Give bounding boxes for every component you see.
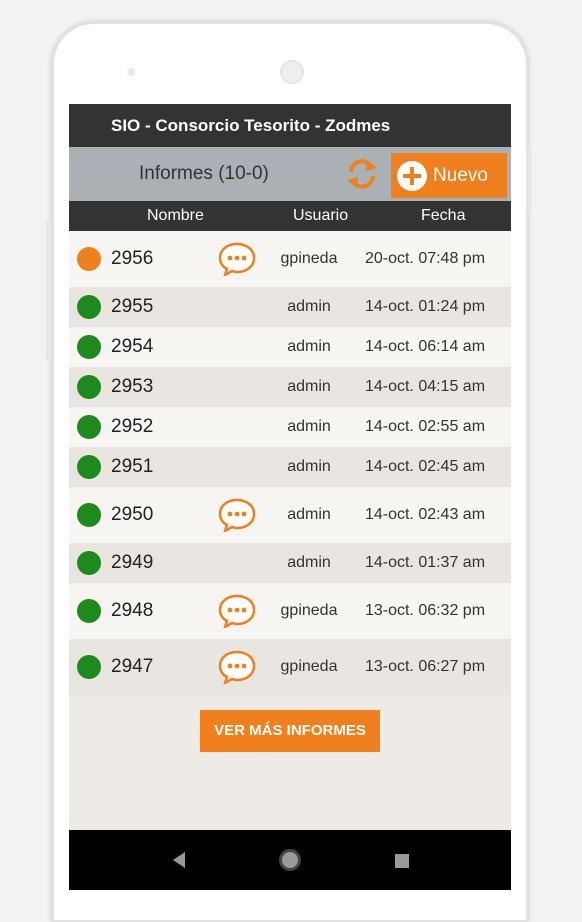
report-date: 13-oct. 06:27 pm (364, 658, 486, 675)
plus-circle-icon (397, 160, 427, 191)
report-user: gpineda (280, 658, 338, 675)
report-date: 20-oct. 07:48 pm (364, 250, 486, 267)
report-date: 14-oct. 02:45 am (364, 458, 486, 475)
table-row[interactable]: 2949 admin 14-oct. 01:37 am (69, 543, 511, 583)
recent-square-icon[interactable] (395, 854, 409, 868)
report-number: 2953 (111, 376, 154, 397)
refresh-icon[interactable] (343, 157, 381, 191)
app-screen: SIO - Consorcio Tesorito - Zodmes Inform… (69, 104, 511, 890)
new-report-label: Nuevo (433, 164, 488, 186)
table-row[interactable]: 2954 admin 14-oct. 06:14 am (69, 327, 511, 367)
report-date: 13-oct. 06:32 pm (364, 602, 486, 619)
report-date: 14-oct. 01:37 am (364, 554, 486, 571)
report-number: 2948 (111, 600, 154, 621)
table-row[interactable]: 2951 admin 14-oct. 02:45 am (69, 447, 511, 487)
phone-side-button-left (46, 220, 51, 360)
report-user: admin (287, 506, 331, 523)
comment-bubble-icon[interactable] (218, 650, 256, 684)
table-header: Nombre Usuario Fecha (69, 201, 511, 231)
status-dot (77, 375, 101, 399)
report-number: 2954 (111, 336, 154, 357)
table-row[interactable]: 2952 admin 14-oct. 02:55 am (69, 407, 511, 447)
table-row[interactable]: 2947 gpineda 13-oct. 06:27 pm (69, 639, 511, 695)
column-header-fecha: Fecha (421, 207, 466, 224)
home-circle-icon[interactable] (279, 849, 301, 871)
table-row[interactable]: 2950 admin 14-oct. 02:43 am (69, 487, 511, 543)
back-triangle-icon[interactable] (171, 850, 187, 870)
status-dot (77, 655, 101, 679)
phone-sensor (127, 68, 135, 76)
android-nav-bar (69, 830, 511, 890)
phone-camera (280, 60, 304, 84)
report-user: admin (287, 458, 331, 475)
toolbar: Informes (10-0) Nuevo (69, 147, 511, 201)
status-dot (77, 551, 101, 575)
report-list: 2956 gpineda 20-oct. 07:48 pm 2955 admin 14-o… (69, 231, 511, 695)
report-date: 14-oct. 04:15 am (364, 378, 486, 395)
table-row[interactable]: 2953 admin 14-oct. 04:15 am (69, 367, 511, 407)
report-user: admin (287, 554, 331, 571)
report-number: 2952 (111, 416, 154, 437)
new-report-button[interactable]: Nuevo (391, 153, 507, 198)
status-dot (77, 455, 101, 479)
report-date: 14-oct. 01:24 pm (364, 298, 486, 315)
phone-side-button (526, 150, 531, 210)
table-row[interactable]: 2956 gpineda 20-oct. 07:48 pm (69, 231, 511, 287)
report-number: 2955 (111, 296, 154, 317)
status-dot (77, 599, 101, 623)
report-date: 14-oct. 06:14 am (364, 338, 486, 355)
status-dot (77, 247, 101, 271)
app-title: SIO - Consorcio Tesorito - Zodmes (111, 115, 391, 135)
column-header-nombre: Nombre (147, 207, 204, 224)
report-number: 2947 (111, 656, 154, 677)
comment-bubble-icon[interactable] (218, 498, 256, 532)
report-user: admin (287, 298, 331, 315)
comment-bubble-icon[interactable] (218, 594, 256, 628)
report-date: 14-oct. 02:43 am (364, 506, 486, 523)
table-row[interactable]: 2955 admin 14-oct. 01:24 pm (69, 287, 511, 327)
load-more-button[interactable]: VER MÁS INFORMES (200, 710, 380, 752)
report-user: gpineda (280, 250, 338, 267)
status-dot (77, 295, 101, 319)
report-number: 2949 (111, 552, 154, 573)
report-date: 14-oct. 02:55 am (364, 418, 486, 435)
status-dot (77, 503, 101, 527)
status-dot (77, 415, 101, 439)
report-user: admin (287, 378, 331, 395)
report-number: 2956 (111, 248, 154, 269)
status-dot (77, 335, 101, 359)
report-number: 2951 (111, 456, 154, 477)
column-header-usuario: Usuario (293, 207, 349, 224)
comment-bubble-icon[interactable] (218, 242, 256, 276)
table-row[interactable]: 2948 gpineda 13-oct. 06:32 pm (69, 583, 511, 639)
report-user: admin (287, 338, 331, 355)
report-number: 2950 (111, 504, 154, 525)
app-title-bar: SIO - Consorcio Tesorito - Zodmes (69, 104, 511, 147)
report-user: gpineda (280, 602, 338, 619)
report-user: admin (287, 418, 331, 435)
report-count-label: Informes (10-0) (139, 163, 269, 184)
